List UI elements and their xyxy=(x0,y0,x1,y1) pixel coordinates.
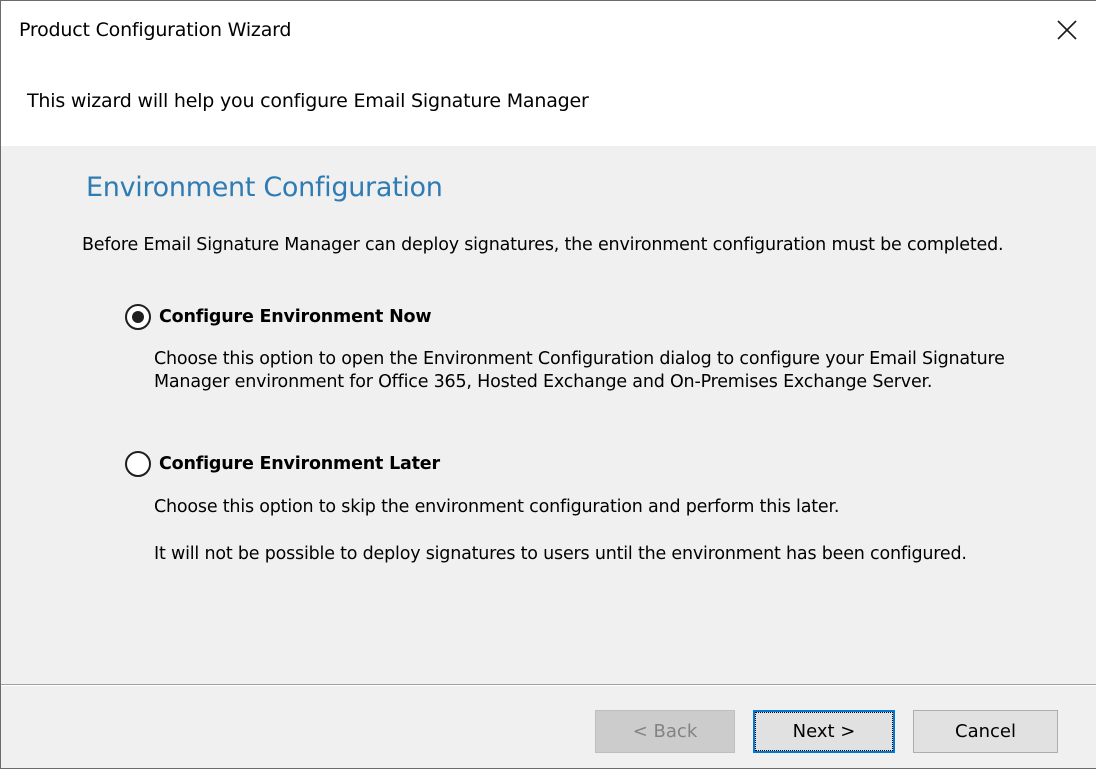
window-title: Product Configuration Wizard xyxy=(19,19,292,41)
option-configure-now[interactable]: Configure Environment Now xyxy=(125,304,432,330)
option-note: It will not be possible to deploy signat… xyxy=(154,544,967,564)
title-bar[interactable]: Product Configuration Wizard xyxy=(1,1,1096,67)
wizard-subtitle: This wizard will help you configure Emai… xyxy=(27,90,589,112)
radio-configure-later[interactable] xyxy=(125,451,151,477)
intro-text: Before Email Signature Manager can deplo… xyxy=(82,235,1004,255)
radio-configure-now[interactable] xyxy=(125,304,151,330)
option-label[interactable]: Configure Environment Now xyxy=(159,307,432,327)
option-label[interactable]: Configure Environment Later xyxy=(159,454,440,474)
option-description: Choose this option to open the Environme… xyxy=(154,349,1005,392)
cancel-button[interactable]: Cancel xyxy=(913,710,1058,753)
close-icon xyxy=(1057,20,1077,40)
back-button[interactable]: < Back xyxy=(595,710,735,753)
option-configure-later[interactable]: Configure Environment Later xyxy=(125,451,440,477)
wizard-header: This wizard will help you configure Emai… xyxy=(1,67,1096,146)
footer-separator xyxy=(1,684,1096,686)
next-button[interactable]: Next > xyxy=(753,710,895,753)
next-button-label[interactable]: Next > xyxy=(755,712,893,751)
close-button[interactable] xyxy=(1052,15,1082,45)
section-title: Environment Configuration xyxy=(86,172,443,203)
option-description: Choose this option to skip the environme… xyxy=(154,497,840,517)
wizard-dialog: Product Configuration Wizard This wizard… xyxy=(0,0,1096,769)
